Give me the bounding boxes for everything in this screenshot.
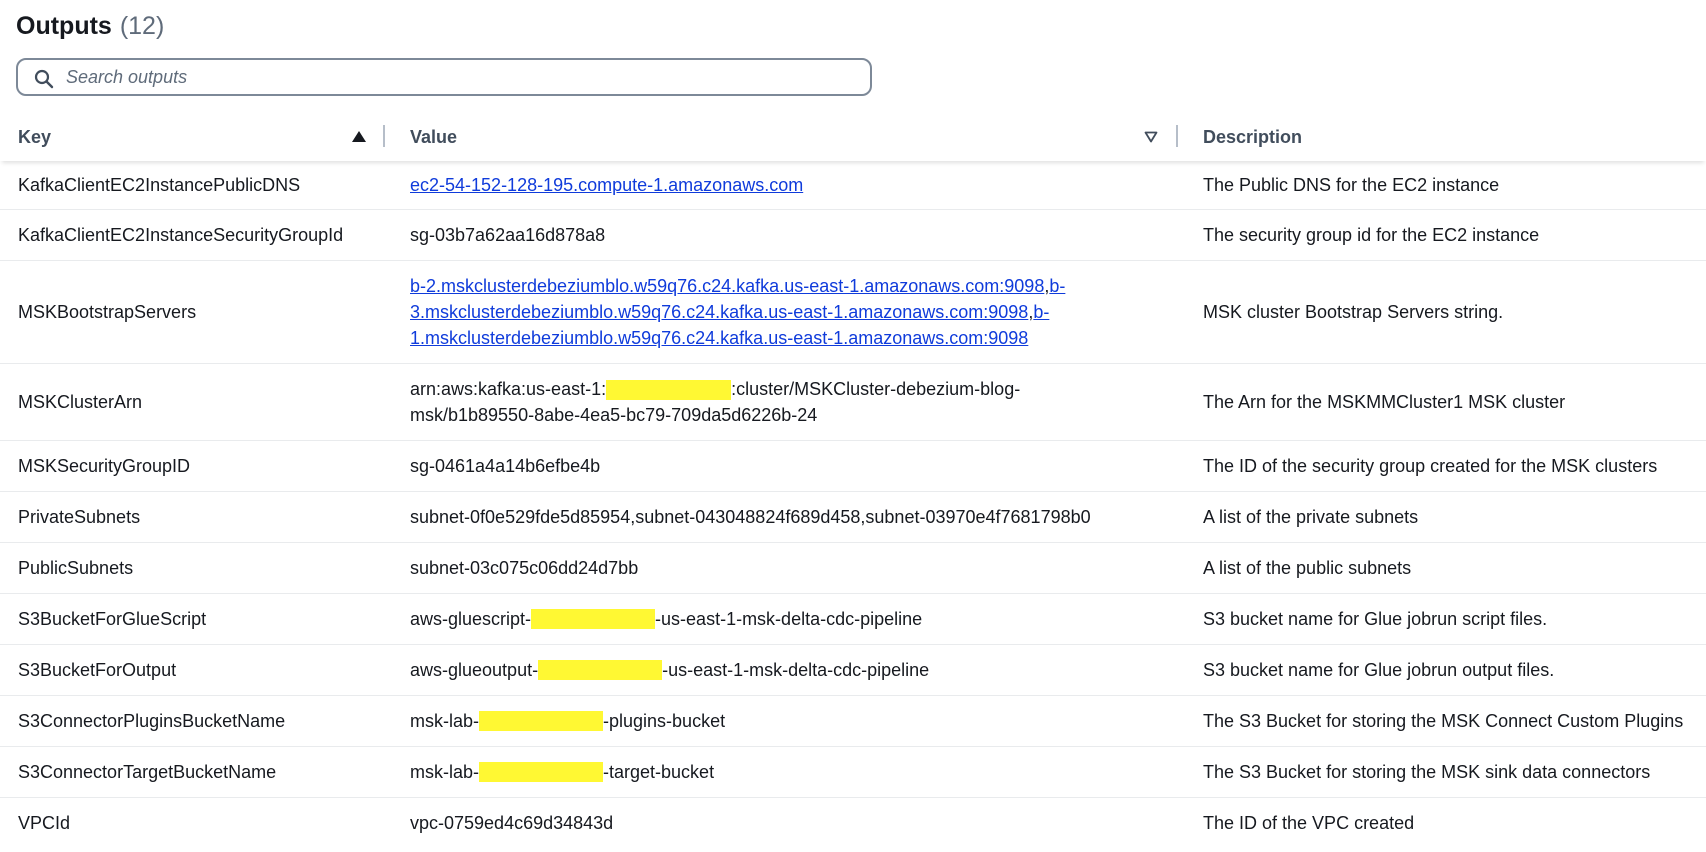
redaction-mark — [479, 711, 604, 731]
redaction-mark — [479, 762, 604, 782]
value-text: -target-bucket — [603, 762, 715, 782]
table-row: S3ConnectorPluginsBucketName msk-lab- -pl… — [0, 696, 1706, 747]
row-value: sg-0461a4a14b6efbe4b — [410, 456, 601, 476]
row-value: subnet-0f0e529fde5d85954,subnet-04304882… — [410, 507, 1091, 527]
row-description: The ID of the VPC created — [1203, 813, 1415, 833]
row-key: S3ConnectorTargetBucketName — [18, 762, 277, 782]
bootstrap-server-link[interactable]: b- — [1033, 302, 1049, 322]
redaction-mark — [531, 609, 656, 629]
search-input[interactable] — [64, 65, 848, 89]
bootstrap-server-link[interactable]: b- — [1049, 276, 1065, 296]
value-text: msk-lab- — [410, 762, 480, 782]
row-value: aws-glueoutput- -us-east-1-msk-delta-cdc-… — [410, 645, 1170, 695]
table-row: MSKBootstrapServers b-2.mskclusterdebezi… — [0, 261, 1706, 364]
column-resizer-value[interactable] — [1176, 125, 1178, 147]
table-row: MSKClusterArn arn:aws:kafka:us-east-1: :c… — [0, 364, 1706, 441]
row-description: S3 bucket name for Glue jobrun script fi… — [1203, 609, 1548, 629]
outputs-count: (12) — [119, 11, 165, 40]
row-value: b-2.mskclusterdebeziumblo.w59q76.c24.kaf… — [410, 261, 1170, 363]
bootstrap-server-link[interactable]: b-2.mskclusterdebeziumblo.w59q76.c24.kaf… — [410, 276, 1044, 296]
row-key: MSKBootstrapServers — [18, 302, 197, 322]
value-text: -plugins-bucket — [603, 711, 726, 731]
value-text: arn:aws:kafka:us-east-1: — [410, 379, 607, 399]
row-key: S3ConnectorPluginsBucketName — [18, 711, 286, 731]
row-description: The ID of the security group created for… — [1203, 456, 1658, 476]
redaction-mark — [538, 660, 663, 680]
row-description: The Arn for the MSKMMCluster1 MSK cluste… — [1203, 392, 1566, 412]
row-value: aws-gluescript- -us-east-1-msk-delta-cdc-… — [410, 594, 1170, 644]
row-value: ec2-54-152-128-195.compute-1.amazonaws.c… — [410, 161, 1170, 209]
row-description: S3 bucket name for Glue jobrun output fi… — [1203, 660, 1555, 680]
row-value: vpc-0759ed4c69d34843d — [410, 813, 614, 833]
row-key: VPCId — [18, 813, 71, 833]
table-row: PublicSubnets subnet-03c075c06dd24d7bb A… — [0, 543, 1706, 594]
bootstrap-server-link[interactable]: 1.mskclusterdebeziumblo.w59q76.c24.kafka… — [410, 328, 1028, 348]
column-header-description[interactable]: Description — [1203, 113, 1302, 161]
redaction-mark — [606, 380, 732, 401]
table-row: KafkaClientEC2InstanceSecurityGroupId sg… — [0, 210, 1706, 261]
row-value: subnet-03c075c06dd24d7bb — [410, 558, 639, 578]
value-link[interactable]: ec2-54-152-128-195.compute-1.amazonaws.c… — [410, 172, 803, 198]
row-key: S3BucketForOutput — [18, 660, 177, 680]
table-row: MSKSecurityGroupID sg-0461a4a14b6efbe4b … — [0, 441, 1706, 492]
column-header-value[interactable]: Value — [410, 113, 457, 161]
sort-ascending-icon[interactable] — [352, 131, 366, 142]
table-row: S3ConnectorTargetBucketName msk-lab- -tar… — [0, 747, 1706, 798]
row-key: MSKClusterArn — [18, 392, 143, 412]
bootstrap-server-link[interactable]: 3.mskclusterdebeziumblo.w59q76.c24.kafka… — [410, 302, 1028, 322]
row-description: The Public DNS for the EC2 instance — [1203, 175, 1500, 195]
row-value: msk-lab- -target-bucket — [410, 747, 1170, 797]
row-value: msk-lab- -plugins-bucket — [410, 696, 1170, 746]
table-row: S3BucketForGlueScript aws-gluescript- -us… — [0, 594, 1706, 645]
row-description: A list of the public subnets — [1203, 558, 1412, 578]
row-value: sg-03b7a62aa16d878a8 — [410, 225, 606, 245]
outputs-header: Outputs (12) — [16, 6, 164, 46]
value-text: aws-glueoutput- — [410, 660, 539, 680]
row-description: The security group id for the EC2 instan… — [1203, 225, 1540, 245]
column-resizer-key[interactable] — [383, 125, 385, 147]
table-row: KafkaClientEC2InstancePublicDNS ec2-54-1… — [0, 161, 1706, 210]
row-key: KafkaClientEC2InstanceSecurityGroupId — [18, 225, 344, 245]
row-key: PrivateSubnets — [18, 507, 141, 527]
value-text: :cluster/MSKCluster-debezium-blog- — [731, 379, 1021, 399]
row-key: PublicSubnets — [18, 558, 134, 578]
value-text: -us-east-1-msk-delta-cdc-pipeline — [662, 660, 930, 680]
value-text: msk/b1b89550-8abe-4ea5-bc79-709da5d6226b… — [410, 405, 818, 425]
row-key: S3BucketForGlueScript — [18, 609, 207, 629]
row-description: MSK cluster Bootstrap Servers string. — [1203, 302, 1504, 322]
value-text: msk-lab- — [410, 711, 480, 731]
sort-descending-outline-icon[interactable] — [1144, 131, 1158, 143]
value-text: -us-east-1-msk-delta-cdc-pipeline — [655, 609, 923, 629]
table-header: Key Value Description — [0, 113, 1706, 161]
table-row: VPCId vpc-0759ed4c69d34843d The ID of th… — [0, 798, 1706, 848]
row-key: KafkaClientEC2InstancePublicDNS — [18, 175, 301, 195]
value-text: aws-gluescript- — [410, 609, 532, 629]
search-box[interactable] — [16, 58, 872, 96]
column-header-key[interactable]: Key — [18, 113, 51, 161]
search-icon — [34, 69, 54, 89]
page-title: Outputs — [16, 11, 112, 40]
row-key: MSKSecurityGroupID — [18, 456, 191, 476]
row-description: The S3 Bucket for storing the MSK sink d… — [1203, 762, 1651, 782]
table-row: S3BucketForOutput aws-glueoutput- -us-eas… — [0, 645, 1706, 696]
row-description: A list of the private subnets — [1203, 507, 1419, 527]
row-value: arn:aws:kafka:us-east-1: :cluster/MSKClus… — [410, 364, 1170, 440]
row-description: The S3 Bucket for storing the MSK Connec… — [1203, 711, 1684, 731]
table-row: PrivateSubnets subnet-0f0e529fde5d85954,… — [0, 492, 1706, 543]
